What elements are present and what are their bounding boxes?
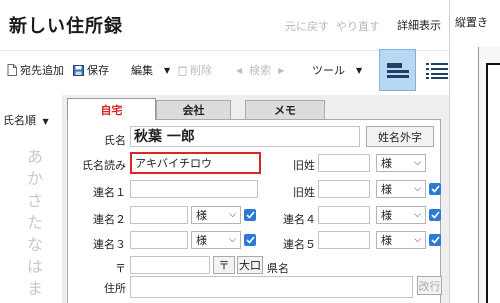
index-kana-ha[interactable]: は bbox=[27, 253, 43, 277]
joint-name-3-checkbox[interactable] bbox=[244, 234, 256, 246]
check-icon bbox=[430, 185, 440, 193]
tab-company[interactable]: 会社 bbox=[156, 100, 231, 120]
name-external-char-button[interactable]: 姓名外字 bbox=[366, 126, 434, 147]
tools-menu[interactable]: ツール ▼ bbox=[312, 62, 362, 78]
honorific-select-joint-2[interactable]: 様 ⌵ bbox=[191, 206, 241, 224]
dropdown-arrow-icon: ▼ bbox=[164, 65, 171, 75]
postal-code-input[interactable] bbox=[130, 256, 210, 274]
redo-button[interactable]: やり直す bbox=[336, 18, 380, 34]
dropdown-arrow-icon: ▼ bbox=[356, 65, 363, 75]
save-icon bbox=[73, 64, 84, 76]
delete-button[interactable]: 削除 bbox=[178, 62, 212, 78]
app-title: 新しい住所録 bbox=[9, 16, 123, 37]
old-surname-label-1: 旧姓 bbox=[293, 159, 315, 172]
edit-menu[interactable]: 編集 ▼ bbox=[131, 62, 170, 78]
joint-name-1-input[interactable] bbox=[130, 180, 258, 198]
honorific-select-joint-5[interactable]: 様 ⌵ bbox=[376, 231, 426, 249]
honorific-value: 様 bbox=[381, 234, 392, 247]
chevron-down-icon: ⌵ bbox=[414, 184, 421, 194]
joint-name-5-label: 連名５ bbox=[283, 238, 316, 251]
address-label: 住所 bbox=[104, 282, 126, 295]
search-button[interactable]: ◀ 検索 ▶ bbox=[236, 62, 284, 78]
add-recipient-button[interactable]: 宛先追加 bbox=[7, 62, 64, 78]
index-kana-a[interactable]: あ bbox=[27, 143, 43, 167]
tab-memo[interactable]: メモ bbox=[245, 100, 325, 120]
old-surname-input-1[interactable] bbox=[318, 154, 370, 172]
trash-icon bbox=[178, 66, 187, 76]
card-view-button[interactable] bbox=[379, 49, 416, 91]
chevron-down-icon: ⌵ bbox=[229, 235, 236, 245]
honorific-select-joint-4[interactable]: 様 ⌵ bbox=[376, 206, 426, 224]
check-icon bbox=[245, 236, 255, 244]
newline-button[interactable]: 改行 bbox=[417, 276, 442, 295]
honorific-value: 様 bbox=[381, 209, 392, 222]
joint-name-5-checkbox[interactable] bbox=[429, 234, 441, 246]
name-label: 氏名 bbox=[104, 134, 126, 147]
honorific-value: 様 bbox=[381, 157, 392, 170]
honorific-value: 様 bbox=[196, 234, 207, 247]
tools-label: ツール bbox=[312, 64, 345, 77]
card-view-icon bbox=[386, 63, 409, 78]
joint-name-1-label: 連名１ bbox=[93, 186, 126, 199]
joint-name-2-label: 連名２ bbox=[93, 213, 126, 226]
add-recipient-label: 宛先追加 bbox=[20, 64, 64, 77]
chevron-down-icon: ⌵ bbox=[414, 235, 421, 245]
detail-view-button[interactable]: 詳細表示 bbox=[397, 17, 441, 33]
address-input[interactable] bbox=[130, 276, 413, 298]
index-kana-ma[interactable]: ま bbox=[27, 275, 43, 299]
honorific-select-joint-3[interactable]: 様 ⌵ bbox=[191, 231, 241, 249]
sort-order-label: 氏名順 bbox=[3, 114, 36, 127]
joint-name-5-input[interactable] bbox=[318, 231, 370, 249]
joint-name-4-input[interactable] bbox=[318, 206, 370, 224]
joint-name-3-input[interactable] bbox=[130, 231, 188, 249]
postcard-preview[interactable] bbox=[486, 63, 500, 303]
edit-label: 編集 bbox=[131, 64, 153, 77]
search-label: 検索 bbox=[249, 64, 272, 77]
old-surname-checkbox[interactable] bbox=[429, 183, 441, 195]
document-icon bbox=[7, 64, 17, 76]
index-kana-na[interactable]: な bbox=[27, 231, 43, 255]
old-surname-label-2: 旧姓 bbox=[293, 186, 315, 199]
index-kana-sa[interactable]: さ bbox=[27, 187, 43, 211]
honorific-value: 様 bbox=[196, 209, 207, 222]
save-label: 保存 bbox=[87, 64, 109, 77]
left-arrow-icon: ◀ bbox=[236, 65, 243, 75]
index-kana-ka[interactable]: か bbox=[27, 165, 43, 189]
joint-name-2-checkbox[interactable] bbox=[244, 209, 256, 221]
chevron-down-icon: ⌵ bbox=[414, 210, 421, 220]
old-surname-input-2[interactable] bbox=[318, 180, 370, 198]
reading-label: 氏名読み bbox=[82, 159, 126, 172]
large-office-button[interactable]: 大口 bbox=[237, 256, 263, 274]
dropdown-arrow-icon: ▼ bbox=[42, 117, 49, 126]
joint-name-4-checkbox[interactable] bbox=[429, 209, 441, 221]
honorific-select-old-2[interactable]: 様 ⌵ bbox=[376, 180, 426, 198]
honorific-select-old-1[interactable]: 様 ⌵ bbox=[376, 154, 426, 172]
postal-label: 〒 bbox=[115, 262, 126, 275]
check-icon bbox=[430, 236, 440, 244]
delete-label: 削除 bbox=[190, 64, 212, 77]
joint-name-2-input[interactable] bbox=[130, 206, 188, 224]
chevron-down-icon: ⌵ bbox=[229, 210, 236, 220]
joint-name-4-label: 連名４ bbox=[283, 213, 316, 226]
undo-button[interactable]: 元に戻す bbox=[285, 18, 329, 34]
prefecture-label: 県名 bbox=[267, 262, 289, 275]
tab-home[interactable]: 自宅 bbox=[67, 98, 156, 120]
honorific-value: 様 bbox=[381, 183, 392, 196]
right-arrow-icon: ▶ bbox=[278, 65, 285, 75]
postal-lookup-button[interactable]: 〒 bbox=[213, 256, 235, 274]
index-kana-ta[interactable]: た bbox=[27, 209, 43, 233]
check-icon bbox=[430, 211, 440, 219]
chevron-down-icon: ⌵ bbox=[414, 158, 421, 168]
name-input[interactable]: 秋葉 一郎 bbox=[130, 126, 360, 147]
check-icon bbox=[245, 211, 255, 219]
list-view-icon bbox=[425, 63, 448, 79]
preview-heading: 縦置き bbox=[455, 16, 488, 29]
reading-input[interactable]: アキバイチロウ bbox=[130, 152, 261, 174]
joint-name-3-label: 連名３ bbox=[93, 238, 126, 251]
save-button[interactable]: 保存 bbox=[73, 62, 109, 78]
sort-order-select[interactable]: 氏名順 ▼ bbox=[3, 112, 49, 128]
